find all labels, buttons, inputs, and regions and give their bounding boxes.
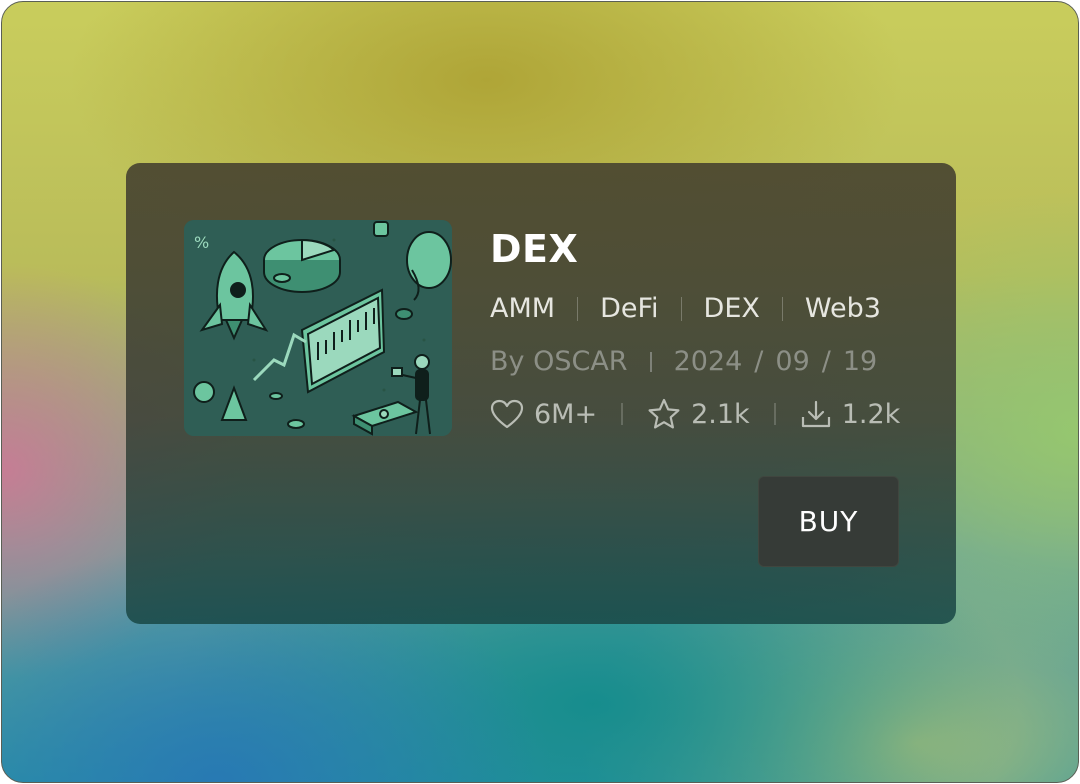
- tag-dex[interactable]: DEX: [704, 293, 760, 324]
- svg-text:%: %: [194, 233, 209, 252]
- star-icon[interactable]: [647, 398, 681, 430]
- meta-divider: [649, 351, 652, 372]
- stars-stat[interactable]: 2.1k: [647, 398, 750, 430]
- product-stats: 6M+ 2.1k 1.2k: [490, 398, 900, 430]
- tag-defi[interactable]: DeFi: [600, 293, 658, 324]
- tag-divider: [781, 296, 783, 321]
- product-meta: By OSCAR 2024 / 09 / 19: [490, 346, 877, 377]
- stat-divider: [621, 403, 624, 425]
- downloads-count: 1.2k: [841, 398, 901, 430]
- tag-amm[interactable]: AMM: [490, 293, 555, 324]
- stat-divider: [773, 403, 776, 425]
- app-window: % DEX AMM DeFi DEX Web3 By OSCAR 2024 / …: [1, 1, 1079, 783]
- heart-icon[interactable]: [490, 399, 524, 429]
- date-month: 09: [775, 346, 810, 377]
- date-separator: /: [821, 346, 831, 377]
- date-separator: /: [754, 346, 764, 377]
- product-title: DEX: [490, 227, 579, 271]
- likes-count: 6M+: [534, 398, 598, 430]
- buy-button[interactable]: BUY: [758, 476, 899, 567]
- tag-divider: [680, 296, 682, 321]
- tag-divider: [577, 296, 579, 321]
- product-thumbnail[interactable]: %: [184, 220, 452, 436]
- date-day: 19: [842, 346, 878, 377]
- tag-web3[interactable]: Web3: [805, 293, 881, 324]
- download-icon[interactable]: [800, 399, 832, 429]
- product-card: % DEX AMM DeFi DEX Web3 By OSCAR 2024 / …: [126, 163, 956, 624]
- tag-list: AMM DeFi DEX Web3: [490, 293, 881, 324]
- author-label[interactable]: By OSCAR: [490, 346, 628, 377]
- stars-count: 2.1k: [691, 398, 750, 430]
- downloads-stat[interactable]: 1.2k: [800, 398, 901, 430]
- likes-stat[interactable]: 6M+: [490, 399, 597, 430]
- date-year: 2024: [673, 346, 743, 377]
